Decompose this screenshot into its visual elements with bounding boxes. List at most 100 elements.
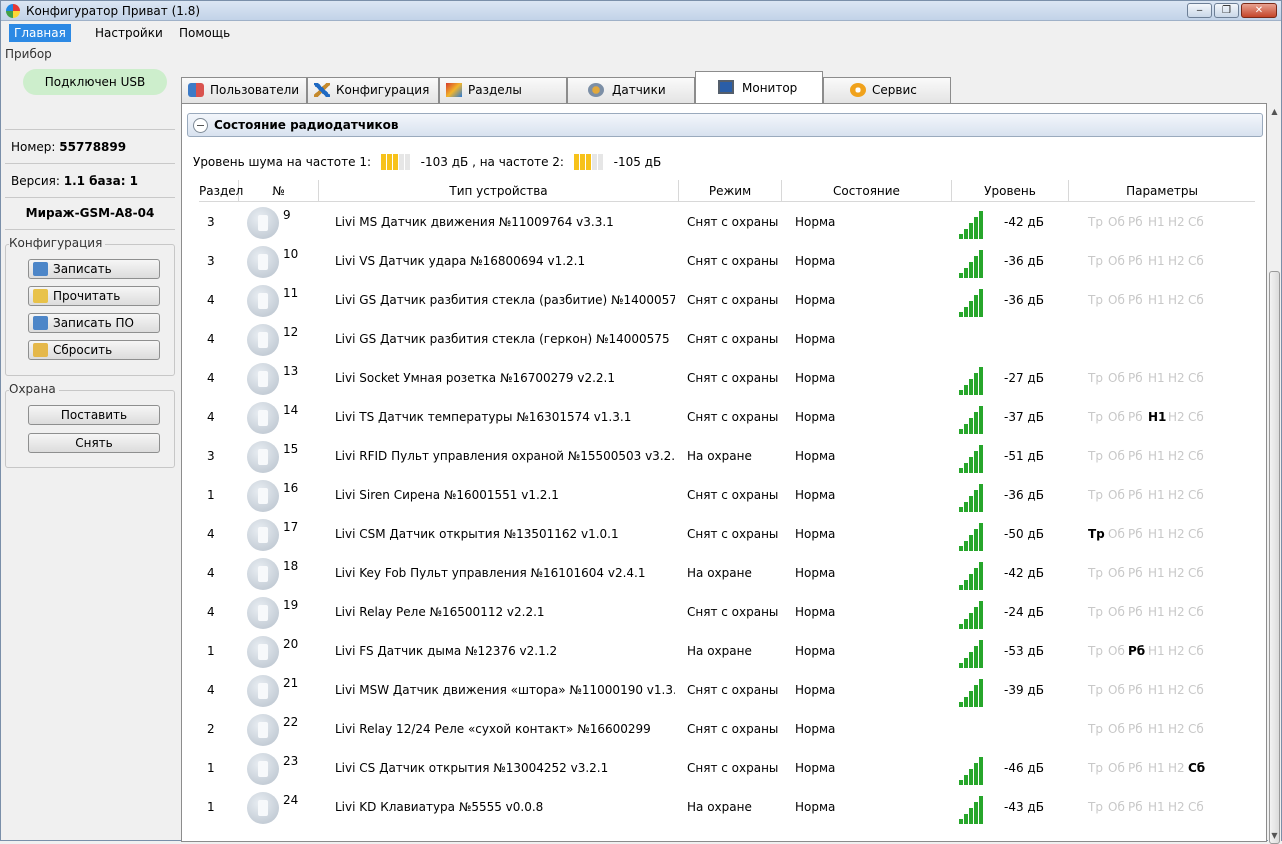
menu-item-main[interactable]: Главная xyxy=(9,24,71,42)
col-number[interactable]: № xyxy=(239,180,319,202)
signal-strength-icon xyxy=(959,796,999,824)
radio-sensors-section-header[interactable]: Состояние радиодатчиков xyxy=(187,113,1263,137)
table-row[interactable]: 4 17 Livi CSM Датчик открытия №13501162 v1… xyxy=(199,516,1255,553)
collapse-icon[interactable] xyxy=(193,118,208,133)
row-level: -37 дБ xyxy=(1004,410,1044,424)
device-type-icon xyxy=(247,480,279,512)
param-flag: Сб xyxy=(1188,683,1204,697)
row-mode: Снят с охраны xyxy=(687,371,779,385)
write-button[interactable]: Записать xyxy=(28,259,160,279)
col-params[interactable]: Параметры xyxy=(1069,180,1255,202)
param-flag: Н1 xyxy=(1148,566,1165,580)
sensors-icon xyxy=(588,83,604,97)
row-state: Норма xyxy=(795,566,836,580)
row-number: 17 xyxy=(283,520,299,534)
row-state: Норма xyxy=(795,449,836,463)
tab-service[interactable]: Сервис xyxy=(823,77,951,103)
table-row[interactable]: 4 11 Livi GS Датчик разбития стекла (разби… xyxy=(199,282,1255,319)
table-row[interactable]: 3 15 Livi RFID Пульт управления охраной №1… xyxy=(199,438,1255,475)
row-params: Тр Об Рб Н1 Н2 Сб xyxy=(1088,594,1208,631)
minimize-icon: ‒ xyxy=(1196,5,1203,16)
param-flag: Об xyxy=(1108,683,1125,697)
table-row[interactable]: 3 10 Livi VS Датчик удара №16800694 v1.2.1… xyxy=(199,243,1255,280)
row-number: 9 xyxy=(283,208,291,222)
signal-strength-icon xyxy=(959,601,999,629)
disarm-button-label: Снять xyxy=(75,436,113,450)
param-flag: Н2 xyxy=(1168,371,1185,385)
folder-icon xyxy=(33,289,48,303)
param-flag: Рб xyxy=(1128,566,1143,580)
tab-sensors[interactable]: Датчики xyxy=(567,77,695,103)
device-type-icon xyxy=(247,246,279,278)
row-device-type: Livi KD Клавиатура №5555 v0.0.8 xyxy=(335,800,544,814)
menu-item-settings[interactable]: Настройки xyxy=(90,24,168,42)
table-row[interactable]: 2 22 Livi Relay 12/24 Реле «сухой контакт»… xyxy=(199,711,1255,748)
tab-users[interactable]: Пользователи xyxy=(181,77,307,103)
device-type-icon xyxy=(247,753,279,785)
signal-strength-icon xyxy=(959,250,999,278)
maximize-button[interactable]: ❐ xyxy=(1214,3,1239,18)
row-state: Норма xyxy=(795,800,836,814)
param-flag: Тр xyxy=(1088,644,1103,658)
signal-strength-icon xyxy=(959,211,999,239)
param-flag: Н1 xyxy=(1148,527,1165,541)
table-row[interactable]: 4 21 Livi MSW Датчик движения «штора» №110… xyxy=(199,672,1255,709)
param-flag: Сб xyxy=(1188,371,1204,385)
table-row[interactable]: 1 24 Livi KD Клавиатура №5555 v0.0.8 На охр… xyxy=(199,789,1255,826)
noise-meter-2 xyxy=(573,154,604,173)
signal-strength-icon xyxy=(959,640,999,668)
app-window: Конфигуратор Приват (1.8) ‒ ❐ ✕ Главная … xyxy=(0,0,1282,844)
col-device-type[interactable]: Тип устройства xyxy=(319,180,679,202)
write-firmware-button-label: Записать ПО xyxy=(53,316,134,330)
window-title: Конфигуратор Приват (1.8) xyxy=(26,4,201,18)
table-row[interactable]: 1 23 Livi CS Датчик открытия №13004252 v3.… xyxy=(199,750,1255,787)
row-device-type: Livi Relay 12/24 Реле «сухой контакт» №1… xyxy=(335,722,651,736)
menu-item-help[interactable]: Помощь xyxy=(174,24,235,42)
divider xyxy=(5,197,175,198)
guard-group xyxy=(5,390,175,468)
col-level[interactable]: Уровень xyxy=(952,180,1069,202)
table-row[interactable]: 3 9 Livi MS Датчик движения №11009764 v3.3… xyxy=(199,204,1255,241)
disarm-button[interactable]: Снять xyxy=(28,433,160,453)
write-firmware-button[interactable]: Записать ПО xyxy=(28,313,160,333)
row-device-type: Livi VS Датчик удара №16800694 v1.2.1 xyxy=(335,254,586,268)
col-section[interactable]: Раздел xyxy=(199,180,243,202)
col-mode[interactable]: Режим xyxy=(679,180,782,202)
read-button[interactable]: Прочитать xyxy=(28,286,160,306)
close-icon: ✕ xyxy=(1254,5,1264,16)
table-row[interactable]: 4 12 Livi GS Датчик разбития стекла (герко… xyxy=(199,321,1255,358)
param-flag: Об xyxy=(1108,293,1125,307)
table-row[interactable]: 1 16 Livi Siren Сирена №16001551 v1.2.1 Сня… xyxy=(199,477,1255,514)
scrollbar-thumb[interactable] xyxy=(1269,271,1280,844)
table-row[interactable]: 1 20 Livi FS Датчик дыма №12376 v2.1.2 На о… xyxy=(199,633,1255,670)
divider xyxy=(5,129,175,130)
tab-monitor[interactable]: Монитор xyxy=(695,71,823,104)
close-button[interactable]: ✕ xyxy=(1241,3,1277,18)
arm-button[interactable]: Поставить xyxy=(28,405,160,425)
tab-sections[interactable]: Разделы xyxy=(439,77,567,103)
device-type-icon xyxy=(247,441,279,473)
row-params: Тр Об Рб Н1 Н2 Сб xyxy=(1088,204,1208,241)
scroll-down-icon[interactable]: ▼ xyxy=(1270,831,1279,840)
table-row[interactable]: 4 14 Livi TS Датчик температуры №16301574 … xyxy=(199,399,1255,436)
scroll-up-icon[interactable]: ▲ xyxy=(1270,107,1279,116)
param-flag: Тр xyxy=(1088,800,1103,814)
col-state[interactable]: Состояние xyxy=(782,180,952,202)
param-flag: Тр xyxy=(1088,527,1105,541)
row-section: 3 xyxy=(207,449,215,463)
param-flag: Рб xyxy=(1128,644,1146,658)
table-row[interactable]: 4 18 Livi Key Fob Пульт управления №161016… xyxy=(199,555,1255,592)
row-mode: На охране xyxy=(687,800,752,814)
row-device-type: Livi Socket Умная розетка №16700279 v2.2… xyxy=(335,371,615,385)
vertical-scrollbar[interactable]: ▲ ▼ xyxy=(1268,103,1281,844)
param-flag: Н2 xyxy=(1168,683,1185,697)
tab-configuration[interactable]: Конфигурация xyxy=(307,77,439,103)
minimize-button[interactable]: ‒ xyxy=(1187,3,1212,18)
reset-button[interactable]: Сбросить xyxy=(28,340,160,360)
row-params: Тр Об Рб Н1 Н2 Сб xyxy=(1088,282,1208,319)
app-logo-icon xyxy=(6,4,20,18)
table-row[interactable]: 4 13 Livi Socket Умная розетка №16700279 v… xyxy=(199,360,1255,397)
param-flag: Об xyxy=(1108,800,1125,814)
number-label: Номер: xyxy=(11,140,56,154)
table-row[interactable]: 4 19 Livi Relay Реле №16500112 v2.2.1 Снят … xyxy=(199,594,1255,631)
